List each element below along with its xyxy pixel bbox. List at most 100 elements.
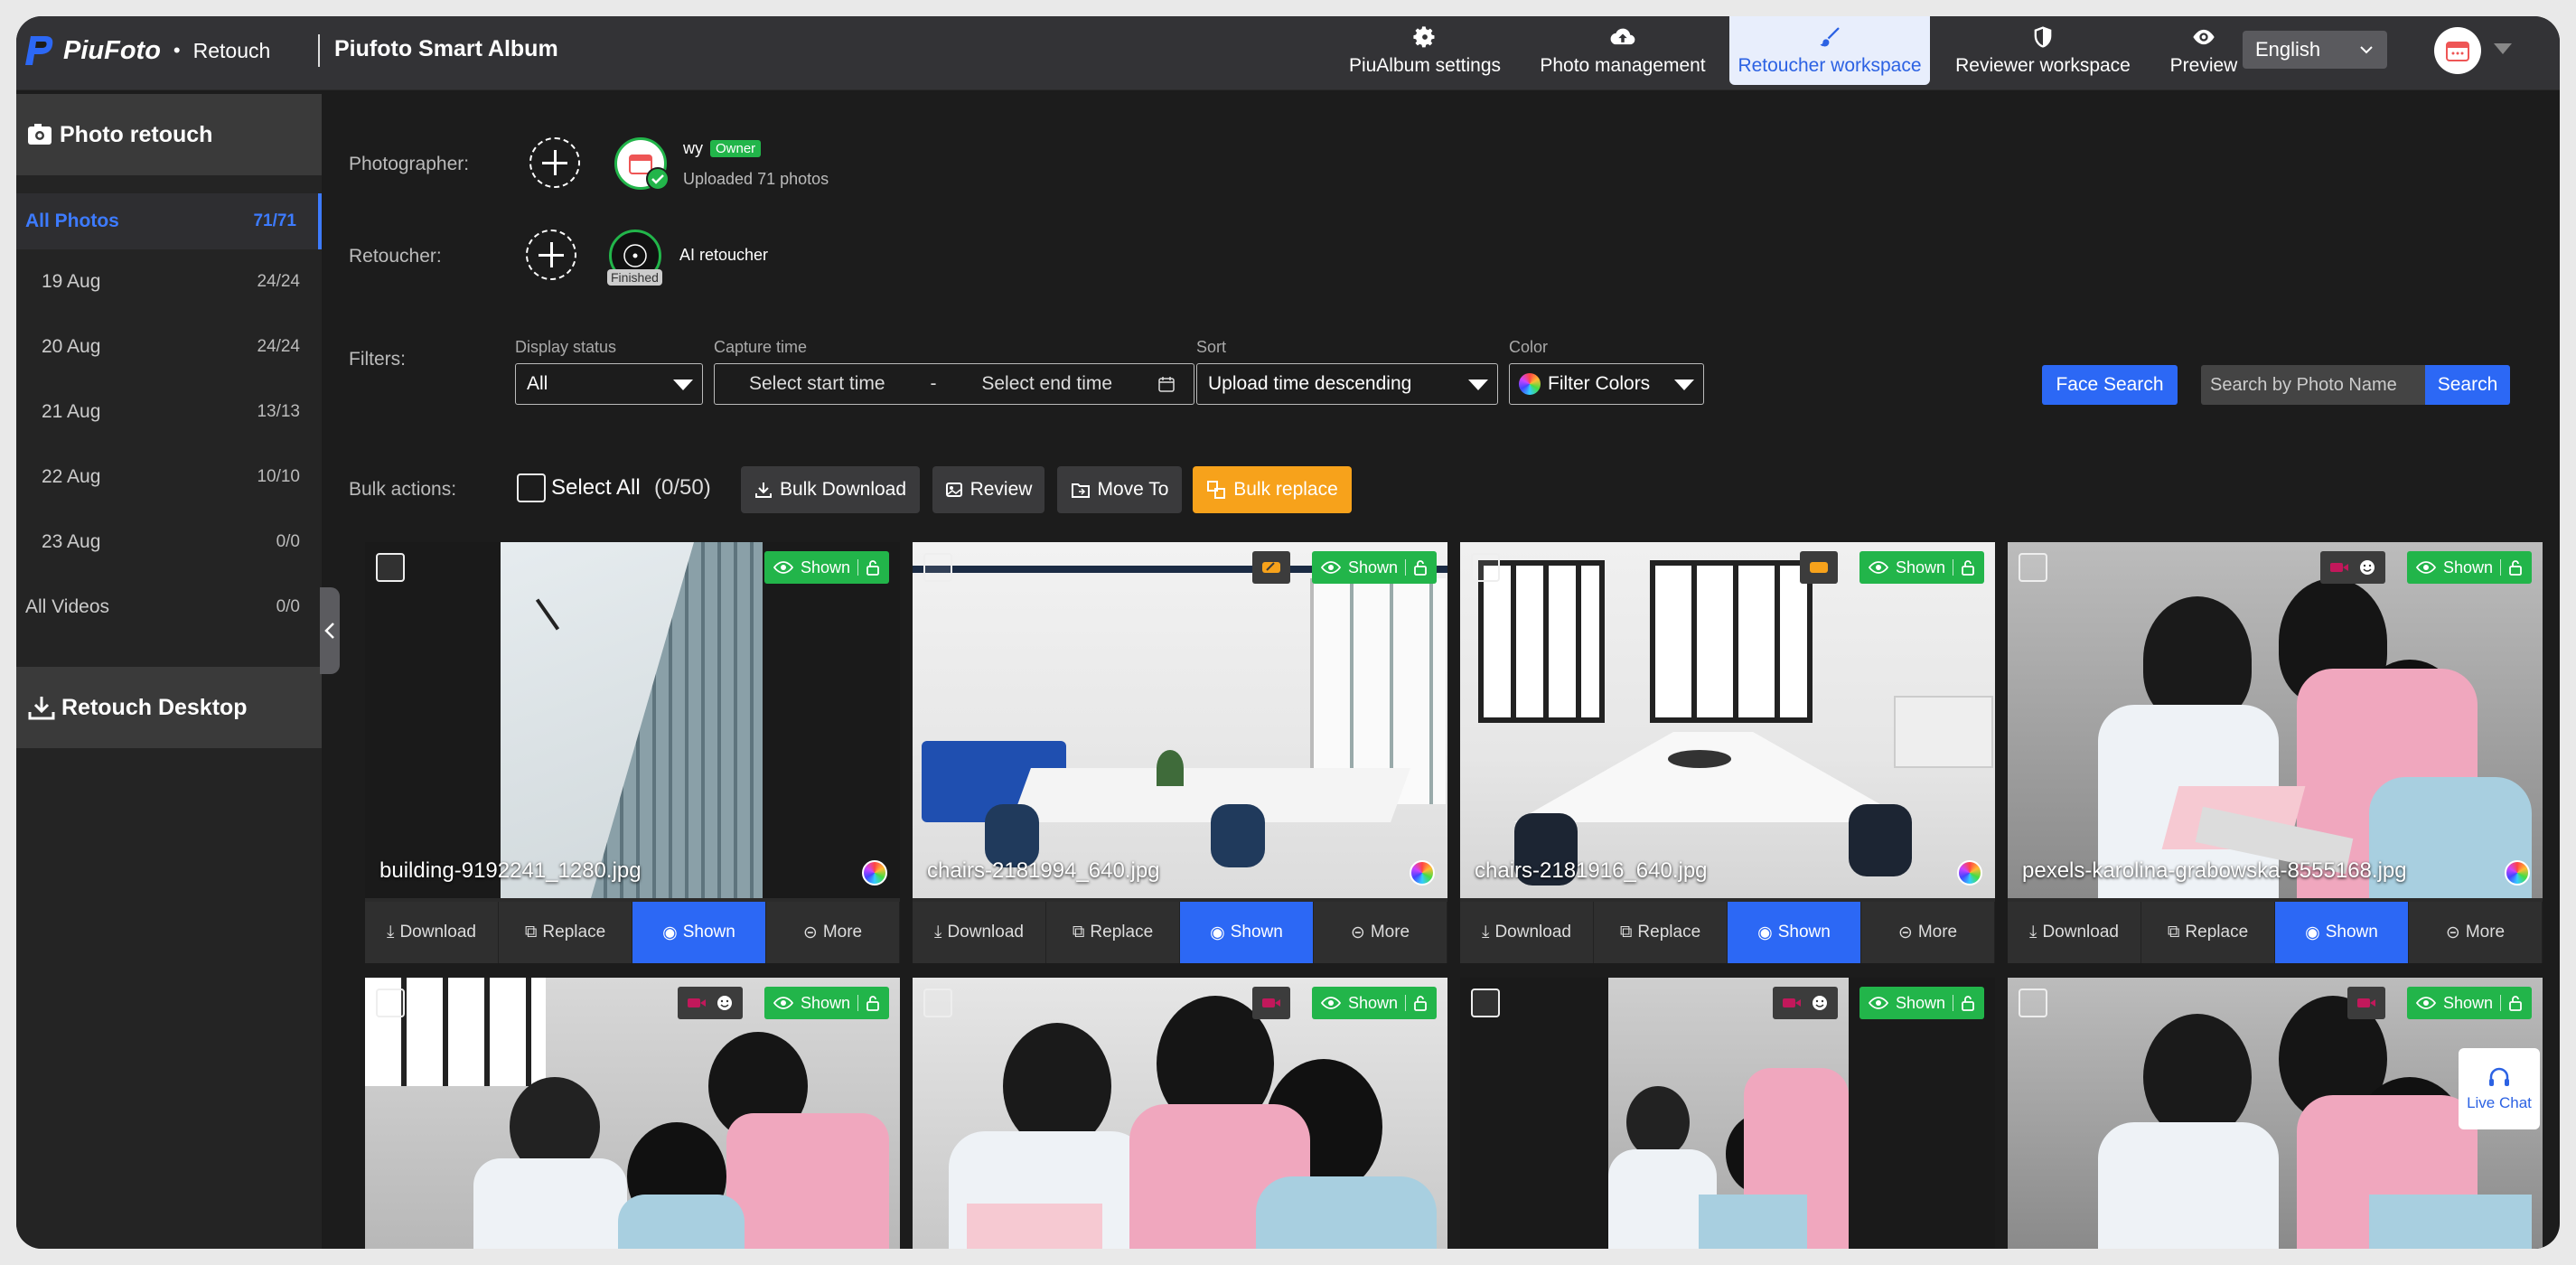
photo-checkbox[interactable]	[923, 553, 952, 582]
display-status-select[interactable]: All	[515, 363, 703, 405]
sidebar-item-all-videos[interactable]: All Videos 0/0	[16, 575, 322, 640]
photo-checkbox[interactable]	[1471, 553, 1500, 582]
shown-label: Shown	[2325, 923, 2378, 942]
photographer-avatar[interactable]	[614, 137, 670, 191]
live-chat-button[interactable]: Live Chat	[2459, 1048, 2540, 1129]
photo-card[interactable]: Shown building-9192241_1280.jpg ⤓ Downloa…	[365, 542, 900, 963]
shown-badge[interactable]: Shown	[763, 987, 889, 1019]
photo-checkbox[interactable]	[2019, 989, 2047, 1017]
photo-checkbox[interactable]	[1471, 989, 1500, 1017]
nav-photo-management[interactable]: Photo management	[1534, 16, 1711, 85]
search-button[interactable]: Search	[2425, 365, 2510, 405]
photo-card[interactable]: Shown pexels-karolina-grabowska-8555168.…	[2008, 542, 2543, 963]
color-label-icon[interactable]	[2505, 860, 2530, 886]
more-label: More	[822, 923, 863, 942]
retouch-desktop-link[interactable]: Retouch Desktop	[16, 667, 322, 748]
badge-separator	[857, 559, 858, 576]
end-time-input[interactable]: Select end time	[981, 373, 1112, 395]
color-label-icon[interactable]	[1410, 860, 1435, 886]
language-select[interactable]: English	[2243, 31, 2387, 69]
photo-card[interactable]: Shown	[913, 978, 1447, 1249]
bulk-download-button[interactable]: Bulk Download	[741, 466, 920, 513]
replace-button[interactable]: ⧉ Replace	[2141, 902, 2275, 963]
photo-card[interactable]: Shown chairs-2181916_640.jpg ⤓ Download ⧉…	[1460, 542, 1995, 963]
more-button[interactable]: ⊝ More	[1861, 902, 1995, 963]
add-photographer-button[interactable]	[529, 137, 580, 188]
color-filter-select[interactable]: Filter Colors	[1509, 363, 1704, 405]
shown-toggle-button[interactable]: ◉ Shown	[1728, 902, 1861, 963]
download-button[interactable]: ⤓ Download	[913, 902, 1046, 963]
retouch-desktop-label: Retouch Desktop	[61, 694, 248, 720]
sidebar-item-all-photos[interactable]: All Photos 71/71	[16, 193, 322, 249]
photo-card[interactable]: Shown	[365, 978, 900, 1249]
brand-sub: Retouch	[192, 38, 271, 62]
avatar[interactable]	[2434, 27, 2481, 74]
photo-thumbnail[interactable]	[1460, 542, 1995, 898]
shown-badge[interactable]: Shown	[2406, 551, 2532, 584]
nav-preview[interactable]: Preview	[2158, 16, 2250, 85]
shown-badge[interactable]: Shown	[2406, 987, 2532, 1019]
nav-piualbum-settings[interactable]: PiuAlbum settings	[1344, 16, 1505, 85]
add-retoucher-button[interactable]	[526, 230, 576, 280]
sidebar-header[interactable]: Photo retouch	[16, 94, 322, 175]
shown-toggle-button[interactable]: ◉ Shown	[2275, 902, 2409, 963]
eye-icon	[1320, 561, 1341, 574]
sidebar-item-day[interactable]: 21 Aug 13/13	[16, 380, 322, 445]
nav-retoucher-workspace[interactable]: Retoucher workspace	[1729, 16, 1930, 85]
sort-select[interactable]: Upload time descending	[1196, 363, 1498, 405]
sidebar-item-label: All Photos	[25, 211, 119, 231]
headset-icon	[2489, 1067, 2509, 1086]
download-button[interactable]: ⤓ Download	[1460, 902, 1594, 963]
replace-button[interactable]: ⧉ Replace	[499, 902, 632, 963]
replace-button[interactable]: ⧉ Replace	[1046, 902, 1180, 963]
shown-badge[interactable]: Shown	[763, 551, 889, 584]
replace-button[interactable]: ⧉ Replace	[1594, 902, 1728, 963]
download-button[interactable]: ⤓ Download	[365, 902, 499, 963]
photo-thumbnail[interactable]	[2008, 542, 2543, 898]
photo-name-search-input[interactable]: Search by Photo Name	[2201, 365, 2425, 405]
photo-checkbox[interactable]	[376, 989, 405, 1017]
sidebar-item-day[interactable]: 22 Aug 10/10	[16, 445, 322, 510]
shown-badge[interactable]: Shown	[1859, 551, 1984, 584]
start-time-input[interactable]: Select start time	[749, 373, 885, 395]
shown-toggle-button[interactable]: ◉ Shown	[1180, 902, 1314, 963]
photo-checkbox[interactable]	[923, 989, 952, 1017]
sidebar-item-day[interactable]: 23 Aug 0/0	[16, 510, 322, 575]
select-all-checkbox[interactable]	[517, 473, 546, 502]
color-label-icon[interactable]	[862, 860, 887, 886]
sidebar-item-day[interactable]: 20 Aug 24/24	[16, 314, 322, 380]
photo-card[interactable]: Shown	[1460, 978, 1995, 1249]
shown-badge-label: Shown	[1347, 558, 1398, 576]
photo-thumbnail[interactable]	[365, 542, 900, 898]
review-button[interactable]: Review	[932, 466, 1044, 513]
bulk-replace-button[interactable]: Bulk replace	[1193, 466, 1352, 513]
sort-value: Upload time descending	[1208, 373, 1412, 394]
shown-badge[interactable]: Shown	[1311, 551, 1437, 584]
brush-icon	[1262, 562, 1280, 573]
face-icon	[717, 996, 732, 1010]
more-button[interactable]: ⊝ More	[766, 902, 900, 963]
move-to-button[interactable]: Move To	[1057, 466, 1182, 513]
color-label-icon[interactable]	[1957, 860, 1982, 886]
avatar-caret-icon[interactable]	[2494, 43, 2512, 54]
nav-reviewer-workspace[interactable]: Reviewer workspace	[1950, 16, 2136, 85]
shown-toggle-button[interactable]: ◉ Shown	[632, 902, 766, 963]
shown-badge[interactable]: Shown	[1311, 987, 1437, 1019]
select-all-label[interactable]: Select All	[551, 475, 641, 501]
capture-time-range[interactable]: Select start time - Select end time	[714, 363, 1194, 405]
retoucher-name: AI retoucher	[679, 246, 769, 264]
download-button[interactable]: ⤓ Download	[2008, 902, 2141, 963]
sidebar-item-day[interactable]: 19 Aug 24/24	[16, 249, 322, 314]
face-search-button[interactable]: Face Search	[2042, 365, 2178, 405]
photo-checkbox[interactable]	[376, 553, 405, 582]
shown-badge[interactable]: Shown	[1859, 987, 1984, 1019]
more-button[interactable]: ⊝ More	[1314, 902, 1447, 963]
photo-checkbox[interactable]	[2019, 553, 2047, 582]
app-window: PiuFoto • Retouch Piufoto Smart Album Pi…	[16, 16, 2560, 1249]
ai-retoucher-icon	[623, 244, 647, 267]
chevron-down-icon	[2360, 46, 2373, 54]
photo-card[interactable]: Shown chairs-2181994_640.jpg ⤓ Download ⧉…	[913, 542, 1447, 963]
photo-thumbnail[interactable]	[913, 542, 1447, 898]
more-button[interactable]: ⊝ More	[2409, 902, 2543, 963]
logo[interactable]: PiuFoto • Retouch	[22, 33, 270, 69]
